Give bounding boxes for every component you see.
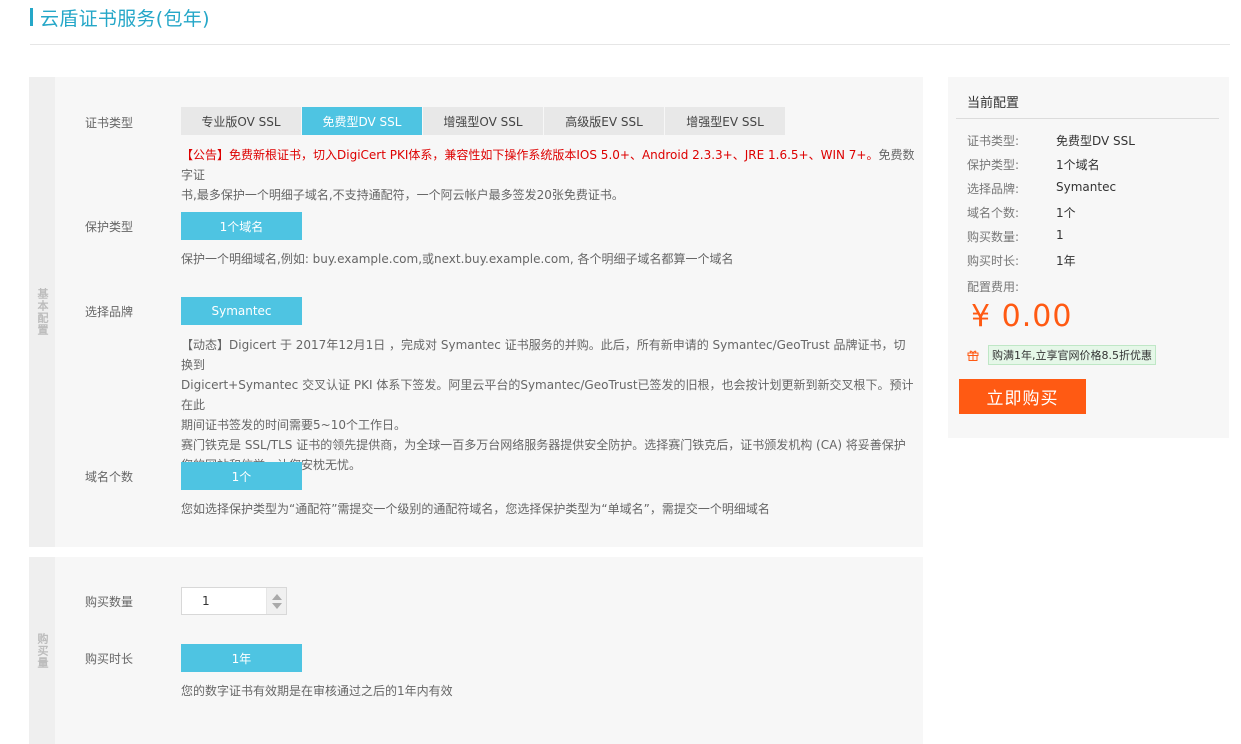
basic-config-panel: 基本配置 证书类型 专业版OV SSL 免费型DV SSL 增强型OV SSL … — [29, 77, 923, 547]
increment-arrow-icon[interactable] — [271, 593, 282, 600]
cert-type-option-free-dv[interactable]: 免费型DV SSL — [302, 107, 423, 135]
purchase-panel: 购买量 购买数量 购买时长 1年 您的数字证书有效期是在审核通过之后的1年内有效 — [29, 557, 923, 744]
fee-label-text: 配置费用: — [967, 280, 1020, 294]
cert-type-option-pro-ov[interactable]: 专业版OV SSL — [181, 107, 302, 135]
current-config-summary: 当前配置 证书类型: 免费型DV SSL 保护类型: 1个域名 选择品牌: Sy… — [948, 77, 1229, 438]
summary-row-domain-count: 域名个数: 1个 — [967, 204, 1076, 221]
protect-type-description: 保护一个明细域名,例如: buy.example.com,或next.buy.e… — [181, 252, 734, 266]
header-divider — [30, 44, 1230, 45]
brand-desc-line: Digicert+Symantec 交叉认证 PKI 体系下签发。阿里云平台的S… — [181, 378, 914, 412]
purchase-side-label: 购买量 — [36, 632, 49, 669]
summary-divider — [956, 118, 1219, 119]
duration-description: 您的数字证书有效期是在审核通过之后的1年内有效 — [181, 684, 453, 698]
summary-key: 域名个数: — [967, 206, 1020, 220]
summary-row-duration: 购买时长: 1年 — [967, 252, 1076, 269]
summary-key: 保护类型: — [967, 158, 1020, 172]
buy-now-button[interactable]: 立即购买 — [959, 379, 1086, 414]
duration-label: 购买时长 — [85, 652, 134, 666]
domain-count-option-one[interactable]: 1个 — [181, 462, 302, 490]
page-title: 云盾证书服务(包年) — [40, 7, 210, 30]
summary-value: Symantec — [1056, 180, 1117, 194]
brand-label: 选择品牌 — [85, 305, 134, 319]
quantity-input[interactable] — [182, 588, 266, 614]
quantity-label: 购买数量 — [85, 595, 134, 609]
summary-key: 证书类型: — [967, 134, 1020, 148]
domain-count-description: 您如选择保护类型为“通配符”需提交一个级别的通配符域名，您选择保护类型为“单域名… — [181, 502, 770, 516]
summary-key: 购买时长: — [967, 254, 1020, 268]
page-header: 云盾证书服务(包年) — [30, 6, 210, 30]
basic-config-side: 基本配置 — [29, 77, 55, 547]
summary-value: 1个域名 — [1056, 158, 1100, 172]
purchase-side: 购买量 — [29, 557, 55, 744]
brand-desc-line: 期间证书签发的时间需要5~10个工作日。 — [181, 418, 406, 432]
promo-text: 购满1年,立享官网价格8.5折优惠 — [988, 345, 1156, 365]
cert-type-option-enhanced-ov[interactable]: 增强型OV SSL — [423, 107, 544, 135]
basic-config-side-label: 基本配置 — [36, 288, 49, 336]
cert-type-label: 证书类型 — [85, 116, 134, 130]
summary-value: 1 — [1056, 228, 1064, 242]
decrement-arrow-icon[interactable] — [271, 602, 282, 609]
brand-option-symantec[interactable]: Symantec — [181, 297, 302, 325]
domain-count-label: 域名个数 — [85, 470, 134, 484]
promo-banner: 购满1年,立享官网价格8.5折优惠 — [967, 345, 1156, 365]
cert-type-option-enhanced-ev[interactable]: 增强型EV SSL — [665, 107, 786, 135]
protect-type-option-one-domain[interactable]: 1个域名 — [181, 212, 302, 240]
summary-value: 1年 — [1056, 254, 1076, 268]
summary-key: 选择品牌: — [967, 182, 1020, 196]
brand-description: 【动态】Digicert 于 2017年12月1日 ，完成对 Symantec … — [181, 335, 916, 475]
title-accent-bar — [30, 8, 33, 26]
brand-desc-line: 【动态】Digicert 于 2017年12月1日 ，完成对 Symantec … — [181, 338, 906, 372]
total-price: ¥ 0.00 — [971, 299, 1073, 334]
summary-row-protect-type: 保护类型: 1个域名 — [967, 156, 1100, 173]
protect-type-label: 保护类型 — [85, 220, 134, 234]
summary-key: 购买数量: — [967, 230, 1020, 244]
duration-option-one-year[interactable]: 1年 — [181, 644, 302, 672]
quantity-stepper — [181, 587, 287, 615]
summary-title: 当前配置 — [967, 96, 1020, 111]
cert-type-description: 【公告】免费新根证书，切入DigiCert PKI体系，兼容性如下操作系统版本I… — [181, 145, 916, 205]
summary-value: 1个 — [1056, 206, 1076, 220]
gift-icon — [967, 350, 979, 361]
summary-fee-label: 配置费用: — [967, 278, 1019, 295]
quantity-stepper-arrows[interactable] — [266, 588, 286, 614]
summary-value: 免费型DV SSL — [1056, 134, 1135, 148]
cert-type-option-advanced-ev[interactable]: 高级版EV SSL — [544, 107, 665, 135]
brand-desc-line: 赛门铁克是 SSL/TLS 证书的领先提供商，为全球一百多万台网络服务器提供安全… — [181, 438, 906, 452]
summary-row-quantity: 购买数量: 1 — [967, 228, 1064, 245]
summary-row-cert-type: 证书类型: 免费型DV SSL — [967, 132, 1135, 149]
cert-type-desc-line2: 书,最多保护一个明细子域名,不支持通配符，一个阿云帐户最多签发20张免费证书。 — [181, 188, 624, 202]
cert-type-options: 专业版OV SSL 免费型DV SSL 增强型OV SSL 高级版EV SSL … — [181, 107, 786, 135]
cert-type-notice: 【公告】免费新根证书，切入DigiCert PKI体系，兼容性如下操作系统版本I… — [181, 148, 879, 162]
summary-row-brand: 选择品牌: Symantec — [967, 180, 1116, 197]
